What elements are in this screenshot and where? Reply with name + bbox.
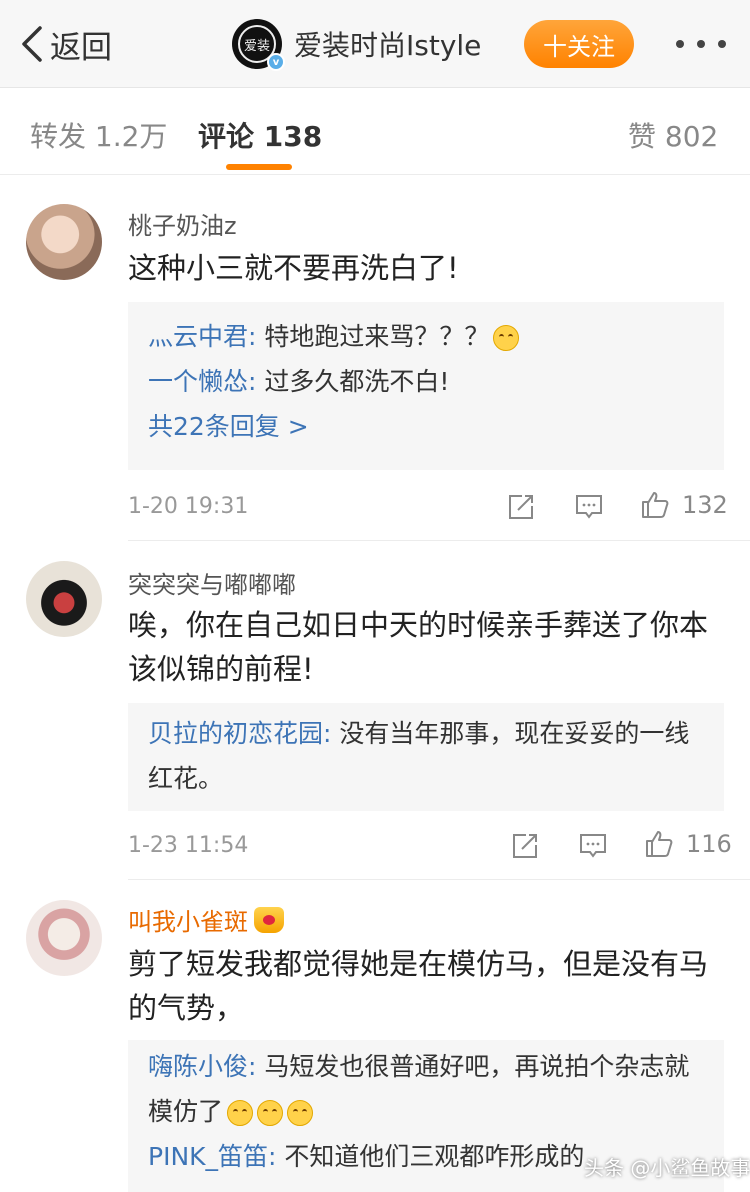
reply-item[interactable]: 灬云中君: 特地跑过来骂？？？ — [148, 314, 704, 359]
reply-username[interactable]: PINK_笛笛: — [148, 1142, 276, 1171]
user-avatar[interactable] — [26, 204, 102, 280]
watermark: 头条 @小鲨鱼故事 — [584, 1156, 750, 1180]
back-label: 返回 — [50, 29, 112, 66]
follow-button[interactable]: 十关注 — [524, 20, 634, 68]
account-avatar[interactable]: 爱装 v — [232, 19, 285, 71]
comment-button[interactable] — [578, 831, 608, 861]
tab-comments[interactable]: 评论 138 — [198, 115, 322, 155]
smirk-emoji-icon — [257, 1100, 284, 1126]
laughing-emoji-icon — [493, 325, 520, 351]
comment-username[interactable]: 突突突与嘟嘟嘟 — [128, 565, 296, 600]
account-header[interactable]: 爱装 v 爱装时尚Istyle — [232, 16, 481, 72]
tab-likes[interactable]: 赞 802 — [628, 115, 718, 155]
reply-text: 特地跑过来骂？？？ — [256, 322, 490, 351]
reply-item[interactable]: 一个懒怂: 过多久都洗不白! — [148, 359, 704, 404]
comment-text: 唉，你在自己如日中天的时候亲手葬送了你本该似锦的前程! — [128, 608, 709, 686]
divider — [128, 879, 750, 880]
account-name[interactable]: 爱装时尚Istyle — [294, 24, 481, 64]
like-button[interactable]: 132 — [640, 490, 728, 520]
divider — [128, 540, 750, 541]
comment-text: 这种小三就不要再洗白了! — [128, 251, 459, 285]
verified-badge-icon: v — [267, 53, 285, 71]
comment-username-text[interactable]: 叫我小雀斑 — [128, 902, 248, 937]
comment-username[interactable]: 叫我小雀斑 — [128, 902, 284, 937]
like-count: 132 — [682, 491, 728, 519]
like-count: 116 — [686, 830, 732, 858]
tab-bar: 转发 1.2万 评论 138 赞 802 — [0, 89, 750, 175]
like-icon — [642, 492, 669, 518]
user-avatar[interactable] — [26, 900, 102, 976]
top-nav-bar: 返回 爱装 v 爱装时尚Istyle 十关注 — [0, 0, 750, 88]
reply-username[interactable]: 贝拉的初恋花园: — [148, 719, 331, 748]
smirk-emoji-icon — [287, 1100, 314, 1126]
back-arrow-icon — [22, 26, 42, 62]
comment-button[interactable] — [574, 492, 604, 522]
like-button[interactable]: 116 — [644, 829, 732, 859]
reply-text: 过多久都洗不白! — [256, 367, 450, 396]
reply-item[interactable]: 贝拉的初恋花园: 没有当年那事，现在妥妥的一线红花。 — [148, 711, 704, 801]
comment-timestamp: 1-20 19:31 — [128, 494, 249, 519]
tab-reposts[interactable]: 转发 1.2万 — [30, 115, 167, 155]
reply-username[interactable]: 嗨陈小俊: — [148, 1052, 256, 1081]
reply-text: 不知道他们三观都咋形成的 — [276, 1142, 585, 1171]
comment-text: 剪了短发我都觉得她是在模仿马，但是没有马的气势， — [128, 947, 709, 1025]
reply-box[interactable]: 灬云中君: 特地跑过来骂？？？ 一个懒怂: 过多久都洗不白! 共22条回复 > — [128, 302, 724, 470]
reply-box[interactable]: 贝拉的初恋花园: 没有当年那事，现在妥妥的一线红花。 — [128, 703, 724, 811]
crown-badge-icon — [254, 906, 284, 933]
reply-username[interactable]: 一个懒怂: — [148, 367, 256, 396]
more-replies-link[interactable]: 共22条回复 > — [148, 404, 704, 449]
more-dots-icon[interactable] — [676, 30, 726, 58]
comment-username[interactable]: 桃子奶油z — [128, 206, 237, 241]
repost-button[interactable] — [506, 492, 536, 522]
repost-button[interactable] — [510, 831, 540, 861]
comment-icon — [576, 495, 602, 519]
reply-username[interactable]: 灬云中君: — [148, 322, 256, 351]
like-icon — [646, 831, 673, 857]
comment-icon — [580, 834, 606, 858]
active-tab-indicator — [226, 164, 292, 170]
smirk-emoji-icon — [227, 1100, 254, 1126]
user-avatar[interactable] — [26, 561, 102, 637]
repost-icon — [513, 834, 537, 858]
comment-timestamp: 1-23 11:54 — [128, 833, 249, 858]
repost-icon — [509, 495, 533, 519]
reply-item[interactable]: 嗨陈小俊: 马短发也很普通好吧，再说拍个杂志就模仿了 — [148, 1044, 704, 1134]
back-button[interactable]: 返回 — [18, 20, 112, 68]
